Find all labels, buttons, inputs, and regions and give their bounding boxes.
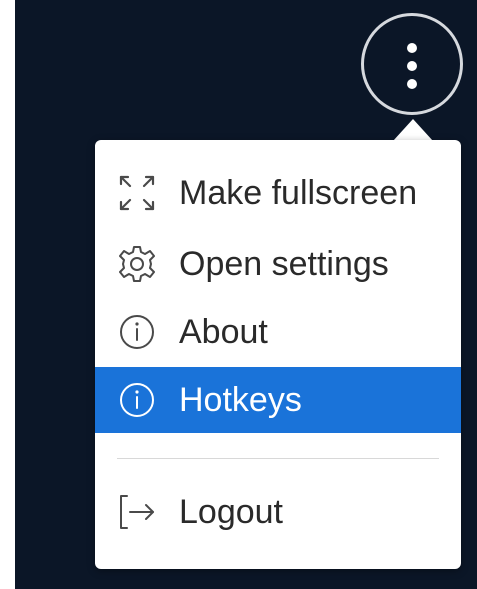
menu-item-label: About (179, 313, 268, 351)
menu-item-label: Open settings (179, 245, 389, 283)
info-icon (115, 310, 159, 354)
menu-caret (393, 119, 433, 141)
menu-item-logout[interactable]: Logout (95, 479, 461, 545)
menu-item-label: Make fullscreen (179, 174, 418, 212)
gear-icon (115, 242, 159, 286)
menu-item-hotkeys[interactable]: Hotkeys (95, 367, 461, 433)
more-vertical-icon (407, 43, 417, 53)
menu-item-make-fullscreen[interactable]: Make fullscreen (95, 160, 461, 226)
more-vertical-icon-dot (407, 61, 417, 71)
menu-item-open-settings[interactable]: Open settings (95, 231, 461, 297)
menu-divider (117, 458, 439, 459)
info-icon (115, 378, 159, 422)
menu-item-label: Hotkeys (179, 381, 302, 419)
dropdown-menu: Make fullscreen Open settings About Hotk… (95, 140, 461, 569)
more-options-button[interactable] (361, 13, 463, 115)
more-vertical-icon-dot (407, 79, 417, 89)
menu-item-about[interactable]: About (95, 299, 461, 365)
logout-icon (115, 490, 159, 534)
menu-item-label: Logout (179, 493, 283, 531)
fullscreen-icon (115, 171, 159, 215)
